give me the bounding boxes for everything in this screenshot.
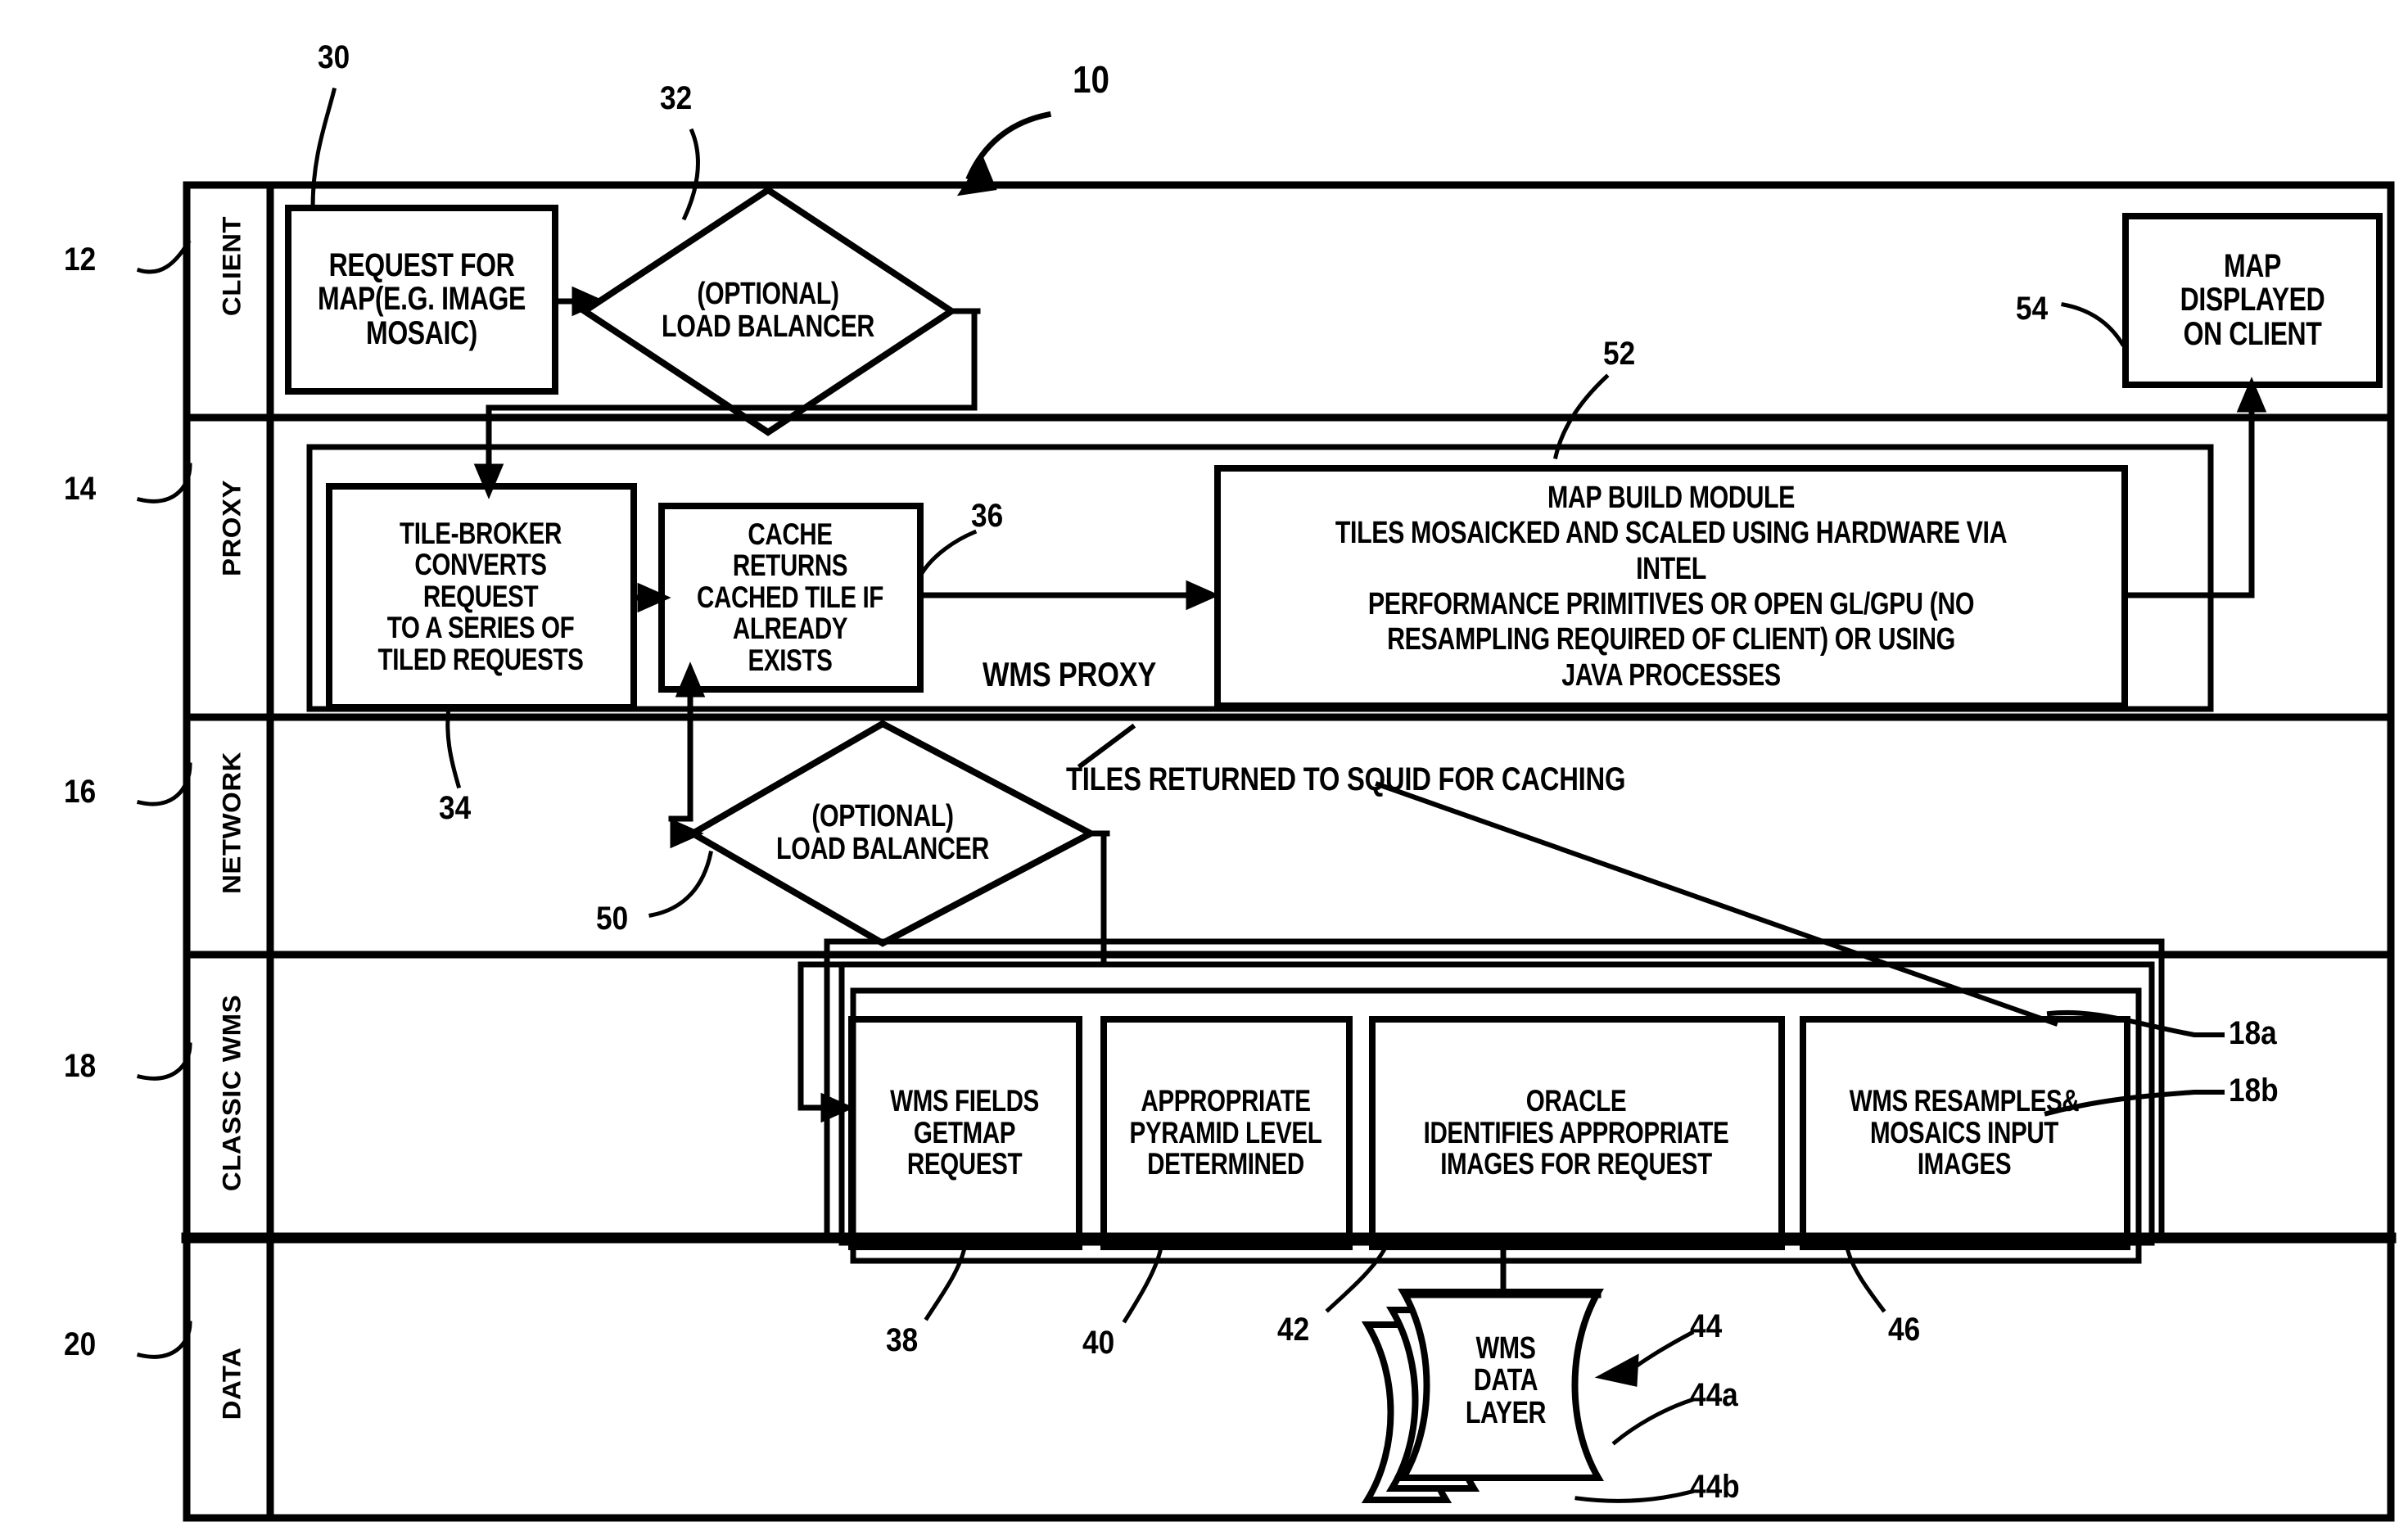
tiles-returned-annotation: TILES RETURNED TO SQUID FOR CACHING: [1066, 761, 1626, 797]
wms-data-layer-text: WMS DATA LAYER: [1465, 1330, 1547, 1430]
row-ref-20: 20: [64, 1326, 97, 1362]
cache-text: CACHE RETURNS CACHED TILE IF ALREADY EXI…: [697, 517, 883, 677]
ref-44b: 44b: [1690, 1469, 1740, 1505]
ref-54: 54: [2016, 291, 2049, 327]
row-label-client: CLIENT: [216, 215, 246, 317]
row-label-proxy: PROXY: [216, 479, 246, 577]
ref-44a: 44a: [1690, 1377, 1738, 1413]
client-load-balancer-text: (OPTIONAL) LOAD BALANCER: [662, 277, 874, 344]
ref-34: 34: [439, 790, 472, 826]
ref-46: 46: [1888, 1312, 1921, 1348]
map-build-module-text: MAP BUILD MODULE TILES MOSAICKED AND SCA…: [1335, 481, 2008, 693]
ref-44: 44: [1690, 1308, 1723, 1344]
ref-52: 52: [1603, 336, 1636, 372]
row-ref-16: 16: [64, 774, 97, 810]
wms-fields-text: WMS FIELDS GETMAP REQUEST: [890, 1084, 1039, 1181]
ref-18a: 18a: [2229, 1015, 2277, 1051]
patent-figure: 10 12 14 16 18 20 CLIENT PROXY NETWORK C…: [0, 0, 2408, 1540]
row-ref-18: 18: [64, 1048, 97, 1084]
path-mapbuild-to-client: [2121, 377, 2267, 598]
row-label-network: NETWORK: [216, 752, 246, 894]
ref-40: 40: [1082, 1325, 1115, 1361]
figure-number: 10: [1073, 58, 1110, 101]
tile-broker-text: TILE-BROKER CONVERTS REQUEST TO A SERIES…: [377, 516, 584, 676]
wms-proxy-label: WMS PROXY: [983, 655, 1157, 693]
ref-42: 42: [1277, 1312, 1310, 1348]
oracle-identifies-text: ORACLE IDENTIFIES APPROPRIATE IMAGES FOR…: [1423, 1084, 1729, 1181]
ref-30: 30: [318, 39, 350, 75]
pyramid-level-text: APPROPRIATE PYRAMID LEVEL DETERMINED: [1129, 1084, 1322, 1181]
arrow-return-to-cache: [675, 662, 706, 822]
ref-36: 36: [971, 498, 1004, 534]
row-ref-12: 12: [64, 242, 97, 278]
ref-32: 32: [660, 80, 693, 116]
ref-50: 50: [596, 901, 629, 937]
row-label-classic-wms: CLASSIC WMS: [216, 994, 246, 1192]
ref-38: 38: [886, 1322, 919, 1358]
ref-18b: 18b: [2229, 1073, 2279, 1109]
ref-44-leader: [1594, 1330, 1695, 1387]
row-ref-14: 14: [64, 471, 97, 507]
row-ref-leaders: [136, 239, 192, 1359]
arrow-request-to-lb: [552, 286, 606, 317]
request-for-map-text: REQUEST FOR MAP(E.G. IMAGE MOSAIC): [318, 246, 526, 351]
map-displayed-text: MAP DISPLAYED ON CLIENT: [2180, 247, 2325, 352]
arrow-cache-to-mapbuild: [917, 580, 1220, 611]
arrow-into-network-lb: [668, 815, 704, 849]
network-load-balancer-text: (OPTIONAL) LOAD BALANCER: [776, 799, 989, 866]
wms-resamples-text: WMS RESAMPLES& MOSAICS INPUT IMAGES: [1849, 1084, 2080, 1181]
row-label-data: DATA: [216, 1347, 246, 1420]
